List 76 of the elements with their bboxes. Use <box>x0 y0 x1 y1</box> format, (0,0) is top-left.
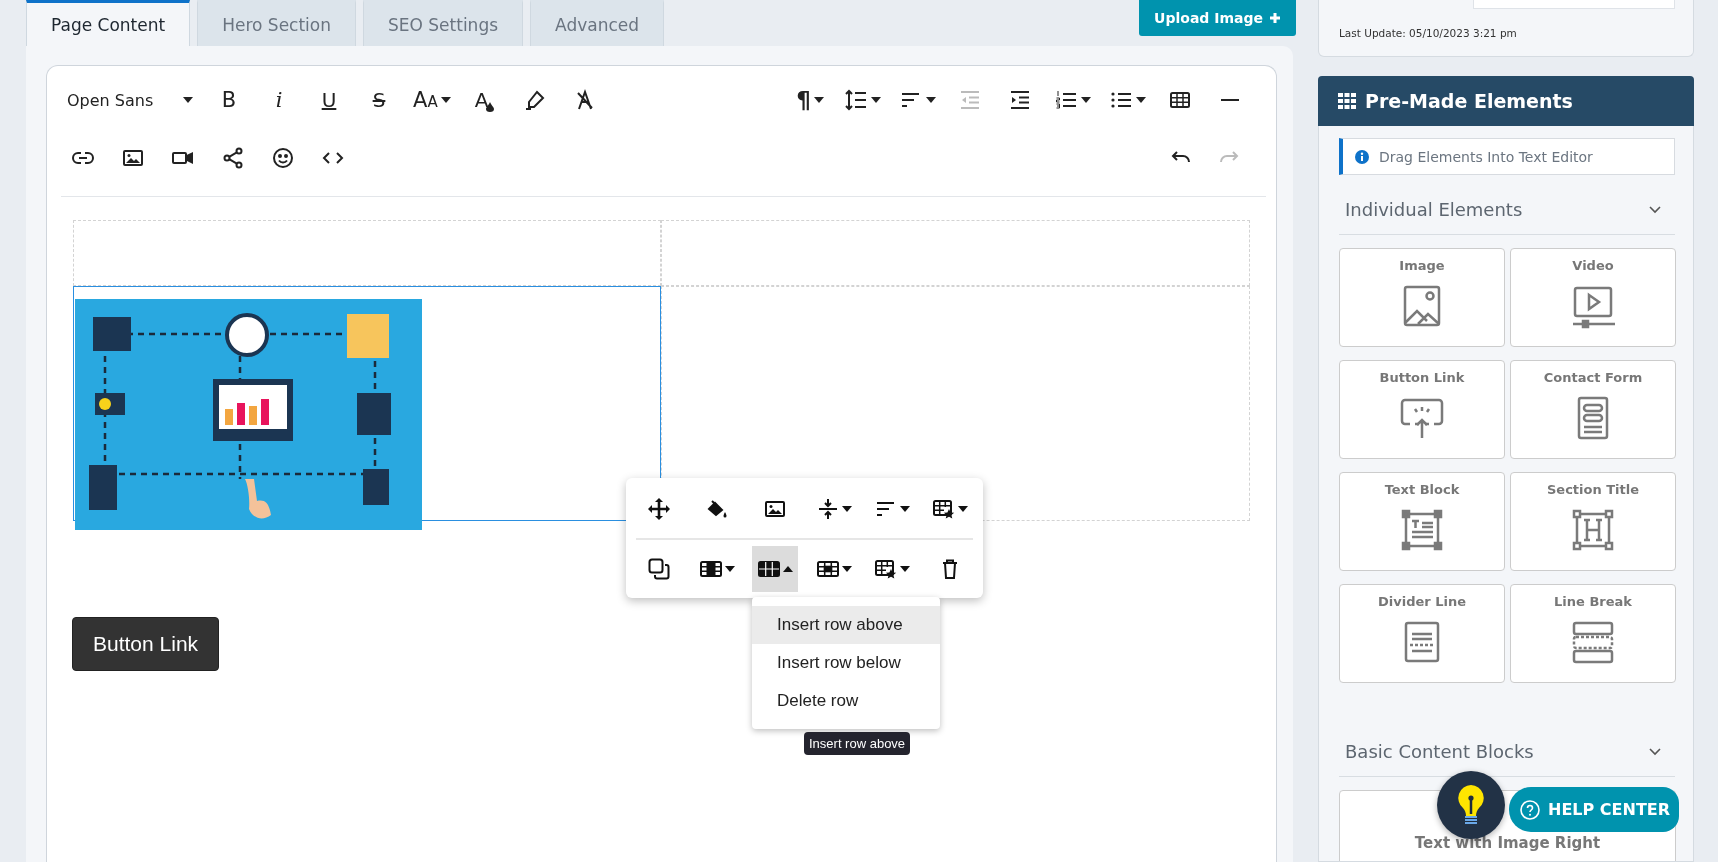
drop-icon <box>486 102 495 112</box>
tile-label: Text Block <box>1384 482 1460 497</box>
tile-label: Image <box>1399 258 1445 273</box>
panel-title: Pre-Made Elements <box>1365 90 1573 112</box>
last-update-text: Last Update: 05/10/2023 3:21 pm <box>1339 27 1517 39</box>
tile-label: Button Link <box>1379 370 1465 385</box>
copy-icon <box>647 557 671 581</box>
horizontal-line-icon <box>1220 99 1240 101</box>
element-tile[interactable]: Line Break <box>1510 584 1676 683</box>
tile-label: Contact Form <box>1543 370 1643 385</box>
chevron-down-icon[interactable] <box>1649 747 1661 756</box>
caret-icon <box>1136 97 1146 103</box>
section-title[interactable]: Basic Content Blocks <box>1345 741 1534 762</box>
tooltip: Insert row above <box>804 732 911 755</box>
tile-label: Line Break <box>1554 594 1632 609</box>
caret-icon <box>841 566 852 572</box>
section-title[interactable]: Individual Elements <box>1345 199 1523 220</box>
table-star-icon <box>931 497 956 521</box>
input-field[interactable] <box>1473 0 1675 9</box>
element-tile[interactable]: Image <box>1339 248 1505 347</box>
caret-icon <box>813 97 824 103</box>
ordered-list-icon <box>1054 88 1078 112</box>
caret-icon <box>957 506 968 512</box>
caret-icon <box>871 97 881 103</box>
tile-label: Video <box>1572 258 1614 273</box>
element-tile[interactable]: Text Block <box>1339 472 1505 571</box>
line-height-icon <box>844 88 868 112</box>
caret-icon <box>1081 97 1091 103</box>
element-tile[interactable]: Button Link <box>1339 360 1505 459</box>
menu-item[interactable]: Insert row above <box>752 606 940 644</box>
text-color-button[interactable]: A <box>462 80 507 120</box>
tab[interactable]: Hero Section <box>197 0 356 46</box>
help-center-button[interactable]: HELP CENTER <box>1509 787 1679 832</box>
smiley-icon <box>271 146 295 170</box>
element-tile[interactable]: Contact Form <box>1510 360 1676 459</box>
caret-icon <box>899 566 910 572</box>
tile-label: Section Title <box>1546 482 1640 497</box>
font-size-button[interactable]: AA <box>407 80 457 120</box>
tile-label: Text with Image Right <box>1414 834 1601 852</box>
caret-icon <box>725 566 736 572</box>
chevron-down-icon[interactable] <box>1649 205 1661 214</box>
bold-button[interactable]: B <box>207 80 251 120</box>
grid-icon <box>1338 93 1356 109</box>
element-tile[interactable]: Divider Line <box>1339 584 1505 683</box>
lightbulb-icon <box>1456 783 1486 827</box>
table-star-icon <box>873 557 898 581</box>
element-tile[interactable]: Section Title <box>1510 472 1676 571</box>
help-icon <box>1520 799 1540 820</box>
italic-button[interactable]: i <box>257 80 301 120</box>
tab[interactable]: SEO Settings <box>363 0 524 46</box>
strikethrough-button[interactable]: S <box>357 80 401 120</box>
indent-icon <box>1008 88 1032 112</box>
caret-icon <box>899 506 910 512</box>
font-button[interactable]: Open Sans <box>61 80 201 120</box>
element-tile[interactable]: Video <box>1510 248 1676 347</box>
button-link[interactable]: Button Link <box>72 617 220 671</box>
outdent-icon <box>958 88 982 112</box>
table-row-button[interactable] <box>752 546 799 592</box>
move-icon <box>647 497 671 521</box>
tab[interactable]: Page Content <box>26 0 191 46</box>
paragraph-button[interactable]: ¶ <box>788 80 832 120</box>
tile-label: Divider Line <box>1377 594 1467 609</box>
menu-item[interactable]: Insert row below <box>752 644 940 682</box>
caret-icon <box>783 566 794 572</box>
underline-button[interactable]: U <box>307 80 351 120</box>
caret-icon <box>440 97 451 103</box>
caret-icon <box>926 97 936 103</box>
tab[interactable]: Advanced <box>530 0 665 46</box>
hint-text: Drag Elements Into Text Editor <box>1379 148 1593 165</box>
caret-icon <box>183 97 193 103</box>
share-icon <box>221 146 245 170</box>
upload-image-button[interactable]: Upload Image <box>1139 0 1296 36</box>
info-icon <box>1355 149 1369 164</box>
caret-icon <box>841 506 852 512</box>
plus-icon <box>1269 12 1281 24</box>
menu-item[interactable]: Delete row <box>752 682 940 720</box>
